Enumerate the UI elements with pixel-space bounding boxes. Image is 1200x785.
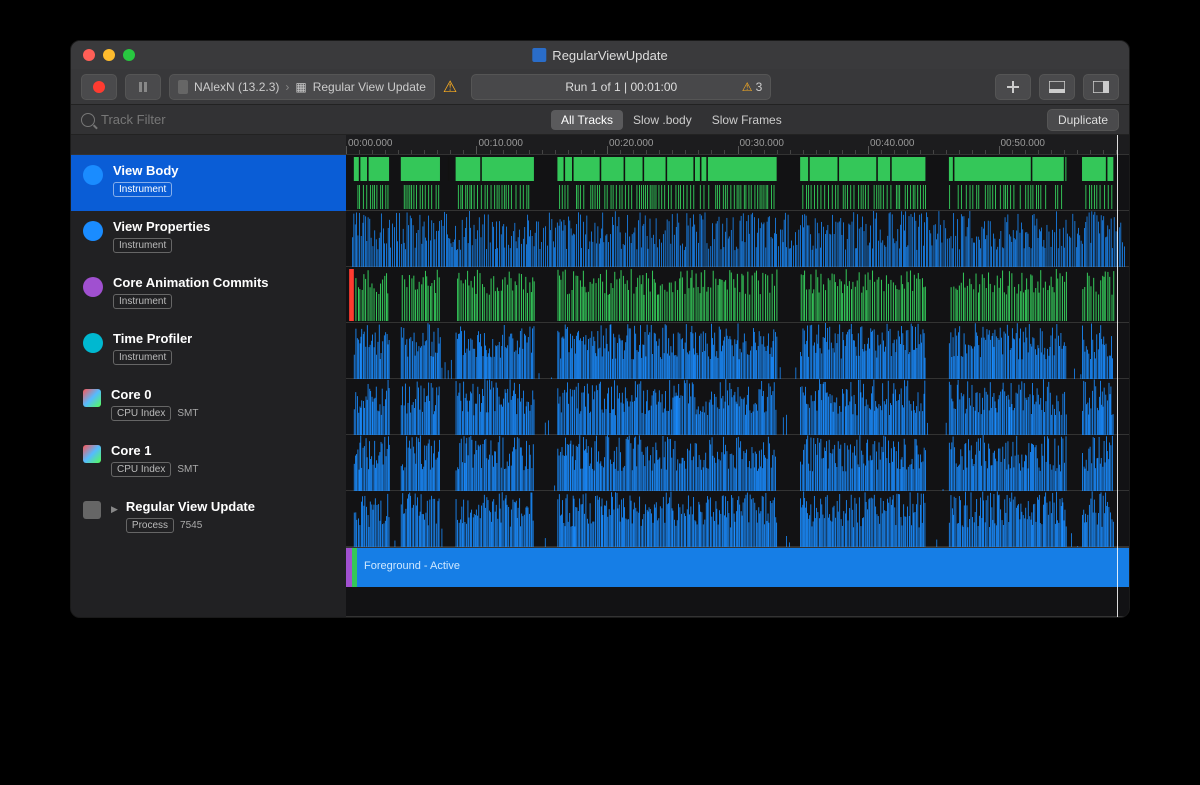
time-ruler[interactable]: 00:00.00000:10.00000:20.00000:30.00000:4… bbox=[346, 135, 1129, 155]
duplicate-button[interactable]: Duplicate bbox=[1047, 109, 1119, 131]
track-name: Core 1 bbox=[111, 443, 198, 458]
track-type-icon bbox=[83, 221, 103, 241]
device-icon bbox=[178, 80, 188, 94]
track-tag-text: 7545 bbox=[180, 520, 202, 531]
track-type-icon bbox=[83, 389, 101, 407]
track-lane[interactable] bbox=[346, 267, 1129, 323]
inspector-button[interactable] bbox=[1083, 74, 1119, 100]
track-header-column: View Body Instrument View Properties Instru… bbox=[71, 135, 346, 617]
filter-bar: Track Filter All Tracks Slow .body Slow … bbox=[71, 105, 1129, 135]
track-tag: Instrument bbox=[113, 238, 172, 253]
track-filter-input[interactable]: Track Filter bbox=[81, 109, 541, 131]
tab-slow-body[interactable]: Slow .body bbox=[623, 110, 702, 130]
instruments-window: RegularViewUpdate NAlexN (13.2.3) › ▦ Re… bbox=[70, 40, 1130, 618]
titlebar[interactable]: RegularViewUpdate bbox=[71, 41, 1129, 69]
target-path[interactable]: NAlexN (13.2.3) › ▦ Regular View Update bbox=[169, 74, 435, 100]
track-name: Core 0 bbox=[111, 387, 198, 402]
traffic-lights bbox=[83, 49, 135, 61]
app-icon bbox=[532, 48, 546, 62]
timeline-area: View Body Instrument View Properties Instru… bbox=[71, 135, 1129, 617]
track-tag: CPU Index bbox=[111, 406, 171, 421]
playhead[interactable] bbox=[1117, 135, 1118, 617]
track-lane[interactable] bbox=[346, 155, 1129, 211]
warning-icon: ⚠︎ bbox=[742, 80, 753, 94]
track-lane[interactable] bbox=[346, 323, 1129, 379]
filter-tabs: All Tracks Slow .body Slow Frames bbox=[551, 110, 792, 130]
track-tag: Instrument bbox=[113, 182, 172, 197]
record-icon bbox=[93, 81, 105, 93]
window-title: RegularViewUpdate bbox=[532, 48, 667, 63]
track-tag: CPU Index bbox=[111, 462, 171, 477]
device-name: NAlexN (13.2.3) bbox=[194, 80, 279, 94]
track-type-icon bbox=[83, 277, 103, 297]
track-type-icon bbox=[83, 165, 103, 185]
filter-icon bbox=[81, 113, 95, 127]
track-name: Regular View Update bbox=[126, 499, 255, 514]
record-button[interactable] bbox=[81, 74, 117, 100]
track-lane[interactable] bbox=[346, 379, 1129, 435]
track-tag-text: SMT bbox=[177, 464, 198, 475]
track-lane[interactable] bbox=[346, 435, 1129, 491]
track-head[interactable]: View Body Instrument bbox=[71, 155, 346, 211]
track-head[interactable]: Time Profiler Instrument bbox=[71, 323, 346, 379]
app-target-icon: ▦ bbox=[295, 80, 306, 94]
tab-slow-frames[interactable]: Slow Frames bbox=[702, 110, 792, 130]
track-lane[interactable] bbox=[346, 491, 1129, 547]
add-button[interactable] bbox=[995, 74, 1031, 100]
tab-all-tracks[interactable]: All Tracks bbox=[551, 110, 623, 130]
track-name: Core Animation Commits bbox=[113, 275, 269, 290]
toolbar: NAlexN (13.2.3) › ▦ Regular View Update … bbox=[71, 69, 1129, 105]
track-head[interactable]: Core Animation Commits Instrument bbox=[71, 267, 346, 323]
track-head[interactable]: Core 0 CPU Index SMT bbox=[71, 379, 346, 435]
track-name: View Properties bbox=[113, 219, 210, 234]
filter-placeholder: Track Filter bbox=[101, 112, 166, 127]
close-icon[interactable] bbox=[83, 49, 95, 61]
track-name: Time Profiler bbox=[113, 331, 192, 346]
track-head[interactable]: View Properties Instrument bbox=[71, 211, 346, 267]
track-head[interactable]: Core 1 CPU Index SMT bbox=[71, 435, 346, 491]
track-tag-text: SMT bbox=[177, 408, 198, 419]
track-type-icon bbox=[83, 333, 103, 353]
warn-badge[interactable]: ⚠︎ 3 bbox=[742, 80, 762, 94]
track-tag: Instrument bbox=[113, 350, 172, 365]
run-status-bar[interactable]: Run 1 of 1 | 00:01:00 ⚠︎ 3 bbox=[471, 74, 771, 100]
track-tag: Process bbox=[126, 518, 174, 533]
track-tag: Instrument bbox=[113, 294, 172, 309]
warn-count: 3 bbox=[756, 80, 763, 94]
zoom-icon[interactable] bbox=[123, 49, 135, 61]
run-status-text: Run 1 of 1 | 00:01:00 bbox=[565, 80, 677, 94]
track-head[interactable]: ▶ Regular View Update Process 7545 bbox=[71, 491, 346, 547]
track-name: View Body bbox=[113, 163, 179, 178]
track-type-icon bbox=[83, 445, 101, 463]
target-name: Regular View Update bbox=[313, 80, 426, 94]
pause-button[interactable] bbox=[125, 74, 161, 100]
track-lane[interactable] bbox=[346, 211, 1129, 267]
state-label: Foreground - Active bbox=[364, 560, 460, 572]
chevron-right-icon: › bbox=[285, 80, 289, 94]
app-state-lane[interactable]: Foreground - Active bbox=[346, 547, 1129, 587]
timeline-lanes[interactable]: 00:00.00000:10.00000:20.00000:30.00000:4… bbox=[346, 135, 1129, 617]
window-title-text: RegularViewUpdate bbox=[552, 48, 667, 63]
warning-icon[interactable]: ⚠︎ bbox=[443, 77, 457, 97]
disclosure-icon[interactable]: ▶ bbox=[111, 504, 118, 539]
minimize-icon[interactable] bbox=[103, 49, 115, 61]
library-button[interactable] bbox=[1039, 74, 1075, 100]
track-type-icon bbox=[83, 501, 101, 519]
